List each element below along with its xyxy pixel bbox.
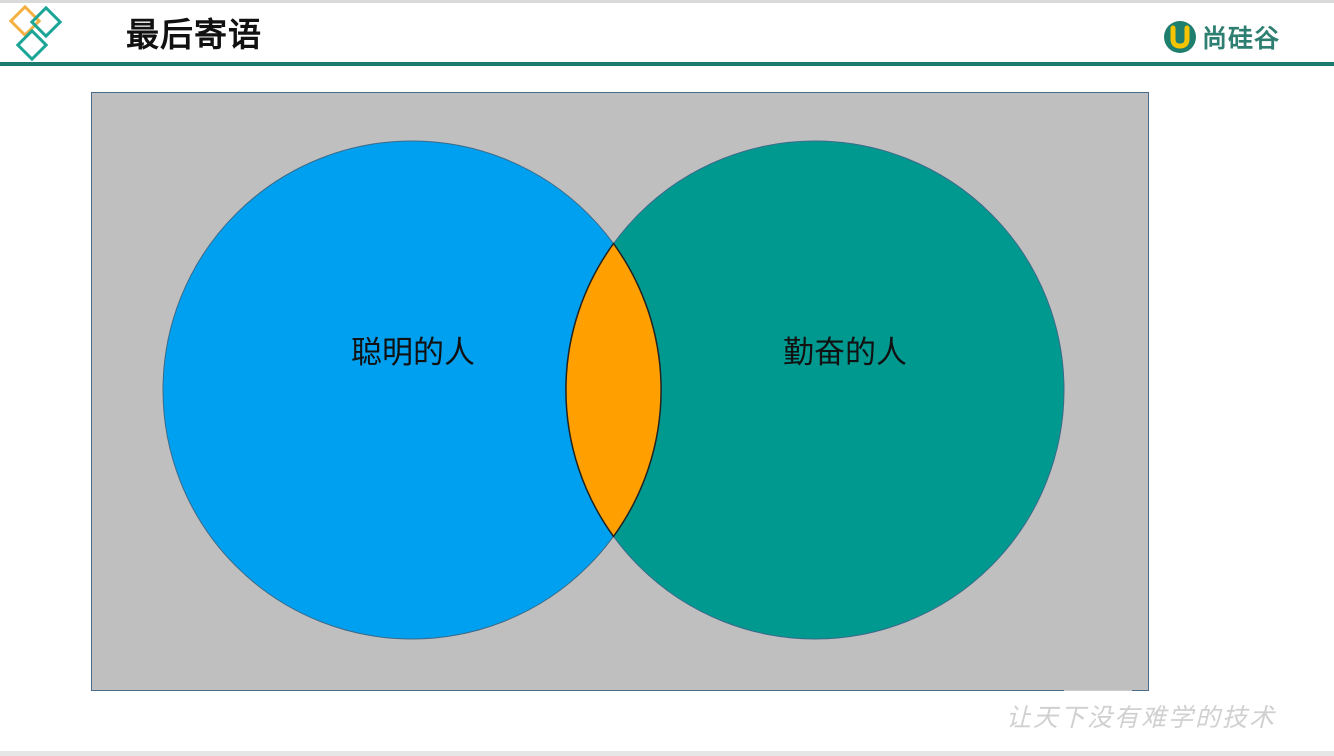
right-circle-label: 勤奋的人	[783, 335, 907, 371]
brand-name: 尚硅谷	[1202, 24, 1281, 53]
bottom-border	[0, 751, 1334, 756]
header: 最后寄语 尚硅谷	[0, 3, 1334, 63]
left-circle-label: 聪明的人	[351, 335, 475, 371]
header-rule	[0, 62, 1334, 66]
slide: 最后寄语 尚硅谷 聪明的人 勤奋的人 让天下没有难学的技术	[0, 0, 1334, 756]
slogan-watermark: 让天下没有难学的技术	[1006, 703, 1277, 732]
venn-diagram: 聪明的人 勤奋的人	[91, 92, 1149, 691]
u-brand-icon	[1164, 21, 1196, 53]
page-title: 最后寄语	[126, 15, 262, 54]
brand: 尚硅谷	[1162, 17, 1280, 57]
diamond-squares-logo-icon	[6, 4, 68, 65]
footer-rule	[1064, 690, 1132, 691]
